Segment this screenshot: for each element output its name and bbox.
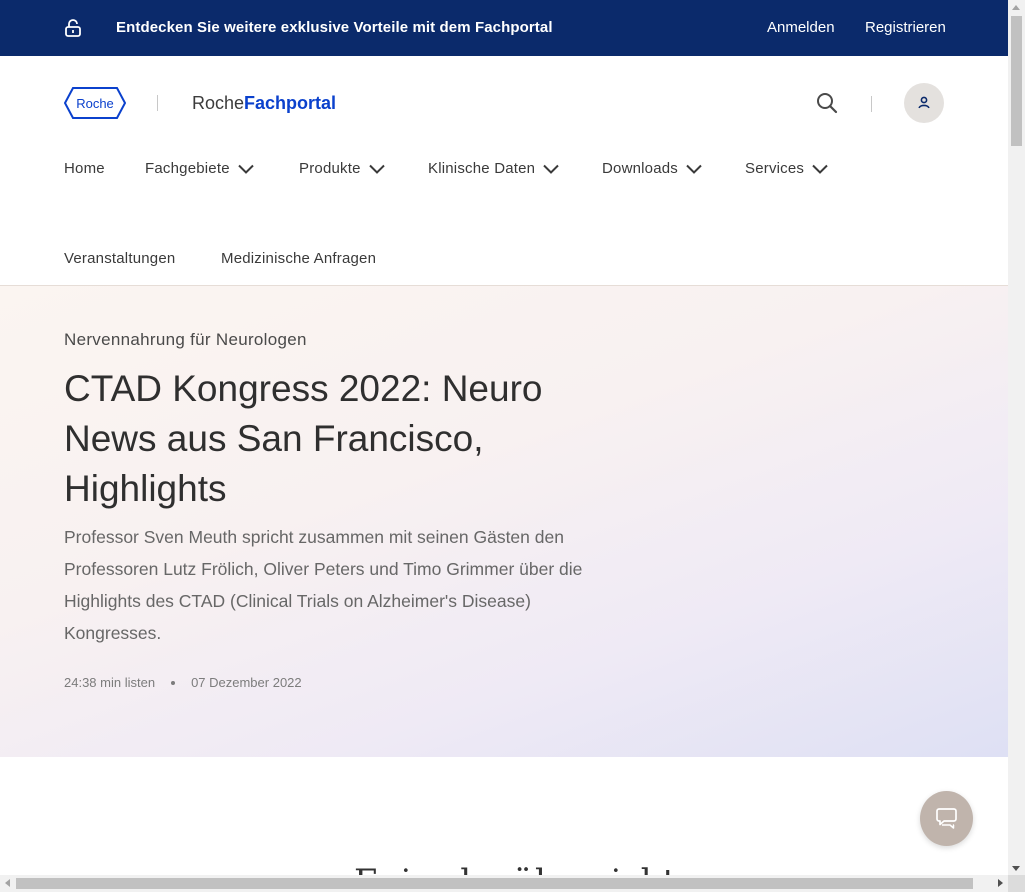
nav-produkte[interactable]: Produkte [299,160,385,177]
vertical-scrollbar[interactable] [1008,0,1025,875]
podcast-series-label: Nervennahrung für Neurologen [64,330,307,349]
nav-home-label: Home [64,160,105,177]
episode-date: 07 Dezember 2022 [191,675,302,690]
register-link[interactable]: Registrieren [865,19,946,36]
nav-downloads-label: Downloads [602,160,679,177]
scroll-left-arrow[interactable] [5,879,10,887]
horizontal-scrollbar[interactable] [0,875,1008,892]
chevron-down-icon [812,164,828,174]
chevron-down-icon [686,164,702,174]
scrollbar-corner [1008,875,1025,892]
top-banner: Entdecken Sie weitere exklusive Vorteile… [0,0,1008,56]
page-title: CTAD Kongress 2022: Neuro News aus San F… [64,368,543,509]
meta-separator [171,680,176,685]
episode-duration: 24:38 min listen [64,675,156,690]
brand-suffix: Fachportal [244,93,337,113]
user-account-button[interactable] [904,83,944,123]
brand-name[interactable]: RocheFachportal [192,93,336,114]
chevron-down-icon [238,164,254,174]
brand-prefix: Roche [192,93,245,113]
hero-section: Nervennahrung für Neurologen CTAD Kongre… [0,286,1008,757]
nav-fachgebiete[interactable]: Fachgebiete [145,160,254,177]
scroll-up-arrow[interactable] [1012,5,1020,10]
nav-home[interactable]: Home [64,160,105,177]
scroll-right-arrow[interactable] [998,879,1003,887]
header-divider [871,96,872,112]
logo-divider [157,95,158,111]
chevron-down-icon [543,164,559,174]
nav-veranstaltungen[interactable]: Veranstaltungen [64,250,175,267]
nav-klinische-daten-label: Klinische Daten [428,160,536,177]
promo-text: Entdecken Sie weitere exklusive Vorteile… [116,19,553,36]
login-link[interactable]: Anmelden [767,19,835,36]
episode-description: Professor Sven Meuth spricht zusammen mi… [64,527,583,643]
nav-downloads[interactable]: Downloads [602,160,702,177]
horizontal-scroll-thumb[interactable] [16,878,973,889]
chat-icon [936,808,957,829]
nav-produkte-label: Produkte [299,160,361,177]
site-header: Roche RocheFachportal Home Fachgebiete P… [0,56,1008,286]
scroll-down-arrow[interactable] [1012,866,1020,871]
chevron-down-icon [368,164,385,174]
user-icon [918,96,930,109]
logo-text: Roche [76,96,114,111]
nav-medizinische-anfragen[interactable]: Medizinische Anfragen [221,250,376,267]
nav-klinische-daten[interactable]: Klinische Daten [428,160,559,177]
nav-fachgebiete-label: Fachgebiete [145,160,230,177]
lock-open-icon [65,19,81,37]
nav-medizinische-anfragen-label: Medizinische Anfragen [221,250,377,267]
chat-button[interactable] [920,791,973,846]
nav-veranstaltungen-label: Veranstaltungen [64,250,176,267]
vertical-scroll-thumb[interactable] [1011,16,1022,146]
nav-services-label: Services [745,160,805,177]
episode-meta: 24:38 min listen 07 Dezember 2022 [64,675,302,690]
search-icon[interactable] [816,92,838,114]
roche-logo[interactable]: Roche [64,87,126,119]
nav-services[interactable]: Services [745,160,828,177]
